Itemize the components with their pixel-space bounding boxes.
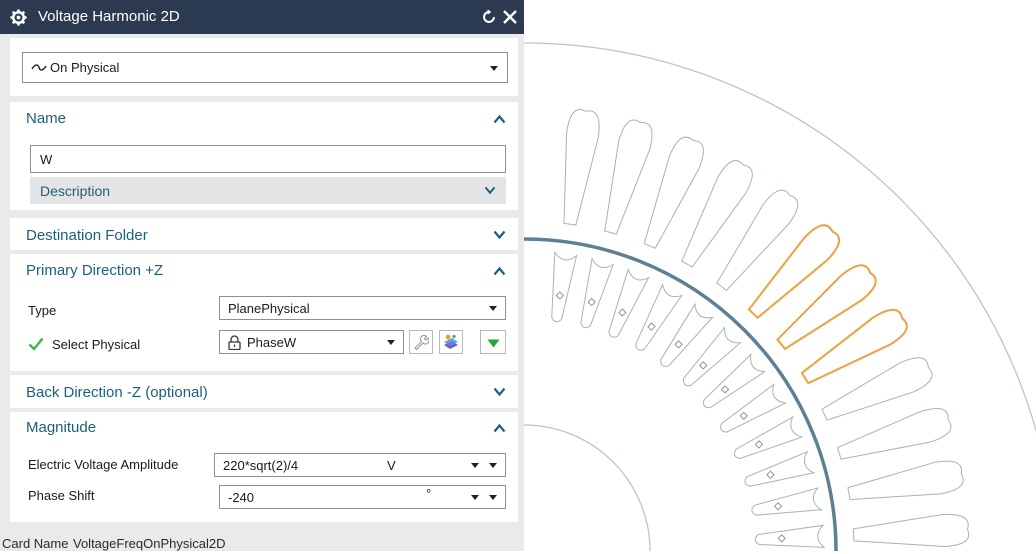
reset-icon[interactable] — [480, 8, 498, 26]
air-gap-arc — [523, 237, 838, 552]
diamond-marker-icon — [618, 308, 627, 317]
stator-slots — [551, 109, 970, 548]
chevron-down-icon[interactable] — [489, 463, 497, 468]
stator-slot[interactable] — [716, 189, 799, 292]
display-settings-button[interactable] — [439, 330, 463, 354]
rotor-bar[interactable] — [660, 302, 714, 367]
select-physical-label: Select Physical — [52, 337, 141, 352]
diamond-marker-icon — [587, 297, 596, 307]
diamond-marker-icon — [777, 534, 786, 543]
wrench-icon — [414, 334, 429, 350]
green-triangle-icon — [487, 339, 500, 348]
amplitude-value: 220*sqrt(2)/4 — [223, 458, 299, 473]
check-icon — [28, 337, 44, 351]
card-name-value: VoltageFreqOnPhysical2D — [73, 536, 226, 551]
rotor-bar[interactable] — [635, 283, 684, 351]
diamond-marker-icon — [698, 361, 708, 370]
rotor-bar[interactable] — [744, 450, 816, 487]
diamond-marker-icon — [739, 411, 748, 421]
chevron-up-icon[interactable] — [493, 423, 506, 433]
mode-select-value: On Physical — [50, 60, 120, 75]
stator-inner-boundary — [523, 424, 651, 552]
chevron-up-icon[interactable] — [493, 114, 506, 124]
rotor-bar[interactable] — [580, 257, 615, 329]
dialog-title: Voltage Harmonic 2D — [38, 8, 180, 25]
destination-section-header: Destination Folder — [26, 227, 148, 244]
stator-slot[interactable] — [604, 119, 653, 235]
mode-select[interactable]: On Physical — [22, 52, 508, 83]
geometry-viewport[interactable] — [523, 0, 1036, 552]
card-name-label: Card Name — [2, 536, 69, 551]
chevron-down-icon — [484, 186, 496, 195]
type-label: Type — [28, 303, 57, 318]
diamond-marker-icon — [555, 291, 565, 300]
phase-shift-input[interactable]: -240 ° — [219, 485, 506, 509]
stator-slot[interactable] — [852, 513, 970, 547]
title-bar: Voltage Harmonic 2D — [0, 0, 524, 34]
gear-icon — [10, 9, 27, 26]
rotor-bar[interactable] — [754, 524, 826, 548]
rotor-bar[interactable] — [720, 383, 787, 433]
amplitude-input[interactable]: 220*sqrt(2)/4 V — [214, 453, 506, 477]
physical-select[interactable]: PhaseW — [219, 330, 404, 354]
name-input[interactable]: W — [30, 145, 506, 173]
dialog-panel: Voltage Harmonic 2D On Physical Name W D… — [0, 0, 524, 551]
rotor-bar[interactable] — [608, 267, 650, 338]
amplitude-unit[interactable]: V — [387, 458, 396, 473]
stator-slot[interactable] — [847, 460, 964, 501]
amplitude-label: Electric Voltage Amplitude — [28, 457, 179, 472]
lock-icon — [228, 335, 241, 350]
expand-button[interactable] — [480, 330, 506, 354]
name-input-value: W — [40, 152, 53, 167]
stator-slot[interactable] — [563, 109, 600, 226]
phase-shift-unit[interactable]: ° — [426, 486, 431, 501]
type-select[interactable]: PlanePhysical — [219, 296, 506, 320]
chevron-down-icon — [387, 340, 395, 345]
phase-shift-value: -240 — [228, 490, 255, 505]
diamond-marker-icon — [754, 440, 764, 449]
magnitude-section-header[interactable]: Magnitude — [26, 419, 96, 436]
diamond-marker-icon — [647, 322, 656, 331]
chevron-down-icon[interactable] — [493, 387, 506, 397]
chevron-down-icon[interactable] — [489, 495, 497, 500]
rotor-bar[interactable] — [703, 353, 767, 409]
name-section-header[interactable]: Name — [26, 110, 66, 127]
physical-select-value: PhaseW — [247, 335, 297, 350]
primary-section-header[interactable]: Primary Direction +Z — [26, 262, 163, 279]
back-section-header: Back Direction -Z (optional) — [26, 384, 208, 401]
diamond-marker-icon — [674, 340, 683, 349]
back-direction-section[interactable]: Back Direction -Z (optional) — [10, 375, 518, 408]
mode-section: On Physical — [10, 38, 518, 96]
unit-dropdown-icon[interactable] — [471, 495, 479, 500]
selected-slot[interactable] — [776, 264, 877, 351]
diamond-marker-icon — [773, 501, 783, 511]
selected-slot[interactable] — [747, 224, 841, 320]
stator-slot[interactable] — [681, 160, 753, 268]
stator-slot[interactable] — [821, 357, 933, 421]
chevron-down-icon — [489, 306, 497, 311]
diamond-marker-icon — [766, 470, 775, 479]
rotor-bar[interactable] — [682, 326, 742, 387]
type-select-value: PlanePhysical — [228, 301, 310, 316]
tilde-wave-icon — [31, 64, 47, 71]
close-icon[interactable] — [502, 9, 518, 25]
destination-section[interactable]: Destination Folder — [10, 218, 518, 250]
motor-stator-geometry[interactable] — [523, 0, 1036, 552]
phase-shift-label: Phase Shift — [28, 488, 95, 503]
diamond-marker-icon — [720, 385, 730, 394]
selected-slot[interactable] — [800, 308, 908, 385]
rotor-bar[interactable] — [751, 487, 823, 516]
display-settings-icon — [444, 334, 458, 349]
wrench-button[interactable] — [409, 330, 433, 354]
unit-dropdown-icon[interactable] — [471, 463, 479, 468]
description-label: Description — [40, 183, 111, 199]
stator-slot[interactable] — [836, 408, 952, 460]
chevron-down-icon — [490, 66, 498, 71]
description-toggle[interactable]: Description — [30, 177, 506, 204]
rotor-bar[interactable] — [551, 250, 578, 323]
chevron-down-icon[interactable] — [493, 230, 506, 240]
chevron-up-icon[interactable] — [493, 266, 506, 276]
